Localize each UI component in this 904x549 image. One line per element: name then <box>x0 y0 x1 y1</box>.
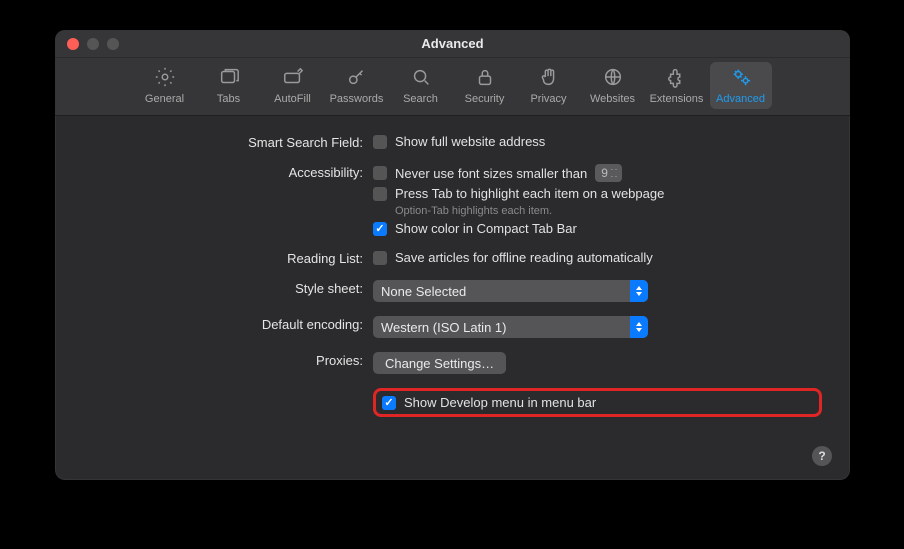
compact-color-text: Show color in Compact Tab Bar <box>395 221 577 236</box>
default-encoding-select[interactable]: Western (ISO Latin 1) <box>373 316 648 338</box>
tab-search[interactable]: Search <box>390 62 452 109</box>
gear-icon <box>154 66 176 91</box>
key-icon <box>346 66 368 91</box>
compact-color-option[interactable]: Show color in Compact Tab Bar <box>373 221 822 236</box>
window-controls <box>67 38 119 50</box>
tabs-icon <box>218 66 240 91</box>
tab-general[interactable]: General <box>134 62 196 109</box>
press-tab-hint: Option-Tab highlights each item. <box>395 205 822 217</box>
tab-label: AutoFill <box>274 93 311 105</box>
tab-advanced[interactable]: Advanced <box>710 62 772 109</box>
press-tab-text: Press Tab to highlight each item on a we… <box>395 186 664 201</box>
min-font-size-text: Never use font sizes smaller than <box>395 166 587 181</box>
show-full-address-text: Show full website address <box>395 134 545 149</box>
gears-icon <box>730 66 752 91</box>
tab-label: Passwords <box>330 93 384 105</box>
tab-tabs[interactable]: Tabs <box>198 62 260 109</box>
min-font-size-option[interactable]: Never use font sizes smaller than 9 <box>373 164 822 182</box>
close-window-button[interactable] <box>67 38 79 50</box>
reading-list-label: Reading List: <box>83 250 373 266</box>
compact-color-checkbox[interactable] <box>373 222 387 236</box>
magnifier-icon <box>410 66 432 91</box>
press-tab-option[interactable]: Press Tab to highlight each item on a we… <box>373 186 822 201</box>
press-tab-checkbox[interactable] <box>373 187 387 201</box>
min-font-size-checkbox[interactable] <box>373 166 387 180</box>
save-offline-checkbox[interactable] <box>373 251 387 265</box>
tab-label: Search <box>403 93 438 105</box>
chevron-updown-icon <box>630 316 648 338</box>
preferences-toolbar: General Tabs AutoFill Passwords Search <box>55 58 850 116</box>
tab-label: General <box>145 93 184 105</box>
style-sheet-select[interactable]: None Selected <box>373 280 648 302</box>
tab-label: Privacy <box>530 93 566 105</box>
tab-label: Security <box>465 93 505 105</box>
globe-icon <box>602 66 624 91</box>
content-pane: Smart Search Field: Show full website ad… <box>55 116 850 480</box>
tab-privacy[interactable]: Privacy <box>518 62 580 109</box>
show-full-address-option[interactable]: Show full website address <box>373 134 822 149</box>
preferences-window: Advanced General Tabs AutoFill Passwords <box>55 30 850 480</box>
puzzle-icon <box>666 66 688 91</box>
tab-label: Extensions <box>650 93 704 105</box>
tab-passwords[interactable]: Passwords <box>326 62 388 109</box>
zoom-window-button[interactable] <box>107 38 119 50</box>
tab-websites[interactable]: Websites <box>582 62 644 109</box>
help-button[interactable]: ? <box>812 446 832 466</box>
save-offline-text: Save articles for offline reading automa… <box>395 250 653 265</box>
default-encoding-label: Default encoding: <box>83 316 373 332</box>
chevron-updown-icon <box>630 280 648 302</box>
style-sheet-value: None Selected <box>381 284 466 299</box>
smart-search-label: Smart Search Field: <box>83 134 373 150</box>
pencil-box-icon <box>282 66 304 91</box>
show-develop-menu-checkbox[interactable] <box>382 396 396 410</box>
spacer <box>83 388 373 389</box>
minimize-window-button[interactable] <box>87 38 99 50</box>
tab-label: Advanced <box>716 93 765 105</box>
window-title: Advanced <box>55 36 850 51</box>
tab-label: Tabs <box>217 93 240 105</box>
min-font-size-select[interactable]: 9 <box>595 164 622 182</box>
show-develop-menu-text: Show Develop menu in menu bar <box>404 395 596 410</box>
hand-icon <box>538 66 560 91</box>
titlebar: Advanced <box>55 30 850 58</box>
lock-icon <box>474 66 496 91</box>
tab-autofill[interactable]: AutoFill <box>262 62 324 109</box>
change-settings-button[interactable]: Change Settings… <box>373 352 506 374</box>
tab-security[interactable]: Security <box>454 62 516 109</box>
tab-label: Websites <box>590 93 635 105</box>
default-encoding-value: Western (ISO Latin 1) <box>381 320 506 335</box>
style-sheet-label: Style sheet: <box>83 280 373 296</box>
save-offline-option[interactable]: Save articles for offline reading automa… <box>373 250 822 265</box>
develop-menu-highlight: Show Develop menu in menu bar <box>373 388 822 417</box>
tab-extensions[interactable]: Extensions <box>646 62 708 109</box>
show-develop-menu-option[interactable]: Show Develop menu in menu bar <box>382 395 596 410</box>
proxies-label: Proxies: <box>83 352 373 368</box>
show-full-address-checkbox[interactable] <box>373 135 387 149</box>
accessibility-label: Accessibility: <box>83 164 373 180</box>
